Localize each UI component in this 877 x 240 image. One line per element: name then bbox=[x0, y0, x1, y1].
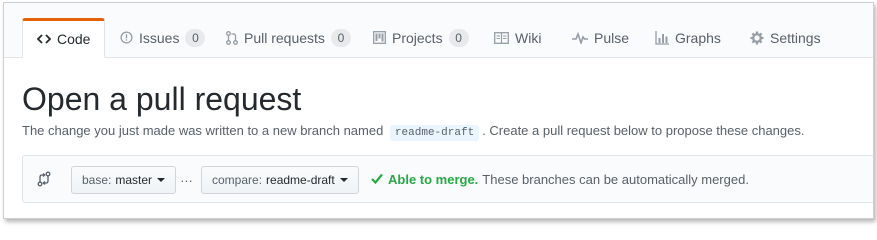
git-pull-request-icon bbox=[226, 30, 238, 45]
tab-label: Projects bbox=[392, 29, 443, 46]
merge-status-message: These branches can be automatically merg… bbox=[482, 172, 749, 187]
issues-counter: 0 bbox=[185, 28, 206, 47]
compare-separator: … bbox=[180, 170, 193, 185]
branch-name: readme-draft bbox=[389, 125, 480, 141]
base-branch-selector[interactable]: base: master bbox=[71, 166, 177, 194]
tab-label: Graphs bbox=[675, 29, 721, 46]
caret-down-icon bbox=[157, 178, 166, 182]
tab-label: Wiki bbox=[515, 29, 542, 46]
graph-icon bbox=[655, 30, 669, 45]
gear-icon bbox=[750, 31, 764, 45]
tab-pull-requests[interactable]: Pull requests 0 bbox=[212, 18, 365, 57]
tab-graphs[interactable]: Graphs bbox=[641, 18, 735, 57]
base-branch-value: master bbox=[115, 173, 153, 187]
branch-compare-box: base: master … compare: readme-draft Abl… bbox=[22, 155, 873, 203]
tab-label: Pulse bbox=[594, 29, 630, 46]
git-compare-icon bbox=[37, 171, 51, 192]
check-icon bbox=[371, 172, 383, 187]
window-frame: Code Issues 0 Pull requests 0 Projects 0 bbox=[3, 2, 874, 219]
tab-label: Code bbox=[57, 31, 91, 47]
page-subtitle: The change you just made was written to … bbox=[22, 121, 805, 143]
tab-label: Pull requests bbox=[244, 29, 325, 46]
merge-status-label: Able to merge. bbox=[388, 172, 479, 187]
book-icon bbox=[494, 31, 509, 44]
page-title: Open a pull request bbox=[22, 81, 302, 117]
subtitle-text: The change you just made was written to … bbox=[22, 123, 384, 138]
base-prefix: base: bbox=[82, 173, 112, 187]
pull-requests-counter: 0 bbox=[330, 28, 351, 47]
repo-nav-tabs: Code Issues 0 Pull requests 0 Projects 0 bbox=[4, 3, 873, 58]
pulse-icon bbox=[572, 31, 588, 44]
projects-counter: 0 bbox=[448, 28, 469, 47]
project-icon bbox=[373, 31, 386, 44]
tab-pulse[interactable]: Pulse bbox=[558, 18, 643, 57]
tab-label: Settings bbox=[770, 29, 821, 46]
merge-status: Able to merge. These branches can be aut… bbox=[371, 172, 749, 187]
subtitle-text-end: . Create a pull request below to propose… bbox=[482, 123, 805, 138]
tab-wiki[interactable]: Wiki bbox=[480, 18, 555, 57]
compare-branch-value: readme-draft bbox=[266, 173, 335, 187]
compare-prefix: compare: bbox=[212, 173, 263, 187]
tab-issues[interactable]: Issues 0 bbox=[106, 18, 219, 57]
tab-settings[interactable]: Settings bbox=[736, 18, 835, 57]
tab-code[interactable]: Code bbox=[22, 18, 106, 58]
tab-label: Issues bbox=[139, 29, 180, 46]
compare-branch-selector[interactable]: compare: readme-draft bbox=[201, 166, 359, 194]
code-icon bbox=[37, 33, 51, 45]
caret-down-icon bbox=[339, 178, 348, 182]
issue-opened-icon bbox=[120, 31, 133, 44]
tab-projects[interactable]: Projects 0 bbox=[359, 18, 483, 57]
